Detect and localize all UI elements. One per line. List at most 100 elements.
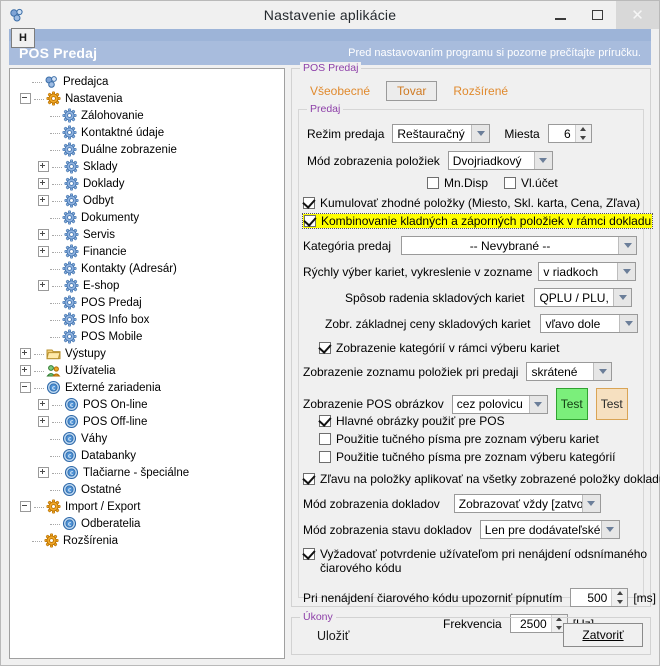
tree-node-label: Import / Export: [65, 501, 140, 513]
sposob-radenia-combo[interactable]: QPLU / PLU, Kó: [534, 288, 632, 307]
tree-node-sklady[interactable]: Sklady: [14, 158, 282, 175]
vl-ucet-checkbox[interactable]: [504, 177, 516, 189]
mod-dokladov-combo[interactable]: Zobrazovať vždy [zatvoriť: [454, 494, 601, 513]
maximize-button[interactable]: [579, 1, 616, 29]
gear-blue-icon: [62, 261, 77, 276]
kategoria-predaj-combo[interactable]: -- Nevybrané --: [401, 236, 637, 255]
tree-node-odbyt[interactable]: Odbyt: [14, 192, 282, 209]
zobrazenie-kategorii-checkbox[interactable]: [319, 342, 331, 354]
tree-node-v-hy[interactable]: €Váhy: [14, 430, 282, 447]
collapse-icon[interactable]: [20, 382, 31, 393]
tree-node-extern-zariadenia[interactable]: €Externé zariadenia: [14, 379, 282, 396]
tree-node-doklady[interactable]: Doklady: [14, 175, 282, 192]
kumulovat-checkbox[interactable]: [303, 197, 315, 209]
tab-vseobecne[interactable]: Všeobecné: [300, 82, 380, 100]
help-tab-button[interactable]: H: [11, 28, 35, 48]
tree-node-servis[interactable]: Servis: [14, 226, 282, 243]
mn-disp-checkbox[interactable]: [427, 177, 439, 189]
spinner-buttons[interactable]: [575, 125, 591, 142]
vyzadovat-checkbox[interactable]: [303, 548, 315, 560]
test-green-button[interactable]: Test: [556, 388, 588, 420]
spinner-buttons[interactable]: [611, 589, 627, 606]
pipnutie-spinner[interactable]: 500: [570, 588, 628, 607]
tree-node-roz-renia[interactable]: Rozšírenia: [14, 532, 282, 549]
tree-node-kontaktn-daje[interactable]: Kontaktné údaje: [14, 124, 282, 141]
rezim-predaja-combo[interactable]: Reštauračný: [392, 124, 490, 143]
tree-node-e-shop[interactable]: E-shop: [14, 277, 282, 294]
rychly-vyber-combo[interactable]: v riadkoch: [538, 262, 636, 281]
spinner-up-icon[interactable]: [612, 589, 627, 598]
mn-disp-row: Mn.Disp Vl.účet: [427, 176, 558, 190]
tree-node-kontakty-adres-r[interactable]: Kontakty (Adresár): [14, 260, 282, 277]
tree-node-u-vatelia[interactable]: Užívatelia: [14, 362, 282, 379]
tree-node-du-lne-zobrazenie[interactable]: Duálne zobrazenie: [14, 141, 282, 158]
tree-node-odberatelia[interactable]: €Odberatelia: [14, 515, 282, 532]
tucne-karty-row[interactable]: Použitie tučného písma pre zoznam výberu…: [319, 432, 599, 446]
tree-node-dokumenty[interactable]: Dokumenty: [14, 209, 282, 226]
expand-icon[interactable]: [38, 416, 49, 427]
zoznam-poloziek-combo[interactable]: skrátené: [526, 362, 612, 381]
tree-node-financie[interactable]: Financie: [14, 243, 282, 260]
tree-node-v-stupy[interactable]: Výstupy: [14, 345, 282, 362]
zlava-checkbox[interactable]: [303, 473, 315, 485]
hlavne-obrazky-checkbox[interactable]: [319, 415, 331, 427]
tree-node-pos-on-line[interactable]: €POS On-line: [14, 396, 282, 413]
miesta-spinner[interactable]: 6: [548, 124, 592, 143]
tree-connector: [32, 540, 42, 542]
close-window-button[interactable]: ✕: [616, 1, 659, 29]
tree-node-tla-iarne-peci-lne[interactable]: €Tlačiarne - špeciálne: [14, 464, 282, 481]
expand-icon[interactable]: [38, 229, 49, 240]
expand-icon[interactable]: [20, 348, 31, 359]
tree-node-pos-mobile[interactable]: POS Mobile: [14, 328, 282, 345]
tree-node-predajca[interactable]: Predajca: [14, 73, 282, 90]
tucne-karty-checkbox[interactable]: [319, 433, 331, 445]
zobr-zakl-ceny-combo[interactable]: vľavo dole: [540, 314, 638, 333]
hlavne-obrazky-row[interactable]: Hlavné obrázky použiť pre POS: [319, 414, 505, 428]
tab-rozsirene[interactable]: Rozšírené: [443, 82, 518, 100]
zobrazenie-kategorii-row[interactable]: Zobrazenie kategórií v rámci výberu kari…: [319, 341, 559, 355]
save-button[interactable]: Uložiť: [317, 629, 349, 643]
tab-tovar[interactable]: Tovar: [386, 81, 437, 101]
app-icon: [9, 7, 25, 23]
tree-node-pos-off-line[interactable]: €POS Off-line: [14, 413, 282, 430]
test-tan-button[interactable]: Test: [596, 388, 628, 420]
spinner-down-icon[interactable]: [576, 134, 591, 143]
mod-stavu-dokladov-combo[interactable]: Len pre dodávateľské: [480, 520, 620, 539]
pos-obrazky-combo[interactable]: cez polovicu: [452, 395, 548, 414]
expand-icon[interactable]: [38, 161, 49, 172]
expand-icon[interactable]: [38, 399, 49, 410]
tree-node-databanky[interactable]: €Databanky: [14, 447, 282, 464]
expand-icon[interactable]: [38, 467, 49, 478]
tree-node-import-export[interactable]: Import / Export: [14, 498, 282, 515]
spinner-up-icon[interactable]: [576, 125, 591, 134]
kombinovanie-checkbox[interactable]: [304, 215, 316, 227]
expand-icon[interactable]: [38, 280, 49, 291]
tree-node-nastavenia[interactable]: Nastavenia: [14, 90, 282, 107]
spinner-down-icon[interactable]: [612, 598, 627, 607]
tree-node-z-lohovanie[interactable]: Zálohovanie: [14, 107, 282, 124]
tucne-kategorie-checkbox[interactable]: [319, 451, 331, 463]
collapse-icon[interactable]: [20, 93, 31, 104]
vyzadovat-row[interactable]: Vyžadovať potvrdenie užívateľom pri nená…: [303, 547, 647, 575]
zlava-row[interactable]: Zľavu na položky aplikovať na všetky zob…: [303, 472, 660, 486]
tree-node-pos-info-box[interactable]: POS Info box: [14, 311, 282, 328]
expand-icon[interactable]: [20, 365, 31, 376]
kombinovanie-row[interactable]: Kombinovanie kladných a záporných položi…: [303, 214, 652, 228]
expand-icon[interactable]: [38, 178, 49, 189]
tree-connector: [50, 455, 60, 457]
mod-zobrazenia-poloziek-combo[interactable]: Dvojriadkový: [448, 151, 553, 170]
kumulovat-row[interactable]: Kumulovať zhodné položky (Miesto, Skl. k…: [303, 196, 640, 210]
chevron-down-icon: [534, 152, 552, 169]
tucne-kategorie-row[interactable]: Použitie tučného písma pre zoznam výberu…: [319, 450, 615, 464]
tree-node-ostatn[interactable]: €Ostatné: [14, 481, 282, 498]
settings-tree[interactable]: PredajcaNastaveniaZálohovanieKontaktné ú…: [9, 68, 285, 659]
expand-icon[interactable]: [38, 246, 49, 257]
tree-node-label: Užívatelia: [65, 365, 116, 377]
predaj-groupbox: Predaj Režim predaja Reštauračný Miesta …: [298, 109, 644, 598]
tree-node-label: Servis: [83, 229, 115, 241]
tree-node-pos-predaj[interactable]: POS Predaj: [14, 294, 282, 311]
close-dialog-button[interactable]: Zatvoriť: [563, 623, 643, 647]
minimize-button[interactable]: [542, 1, 579, 29]
expand-icon[interactable]: [38, 195, 49, 206]
collapse-icon[interactable]: [20, 501, 31, 512]
